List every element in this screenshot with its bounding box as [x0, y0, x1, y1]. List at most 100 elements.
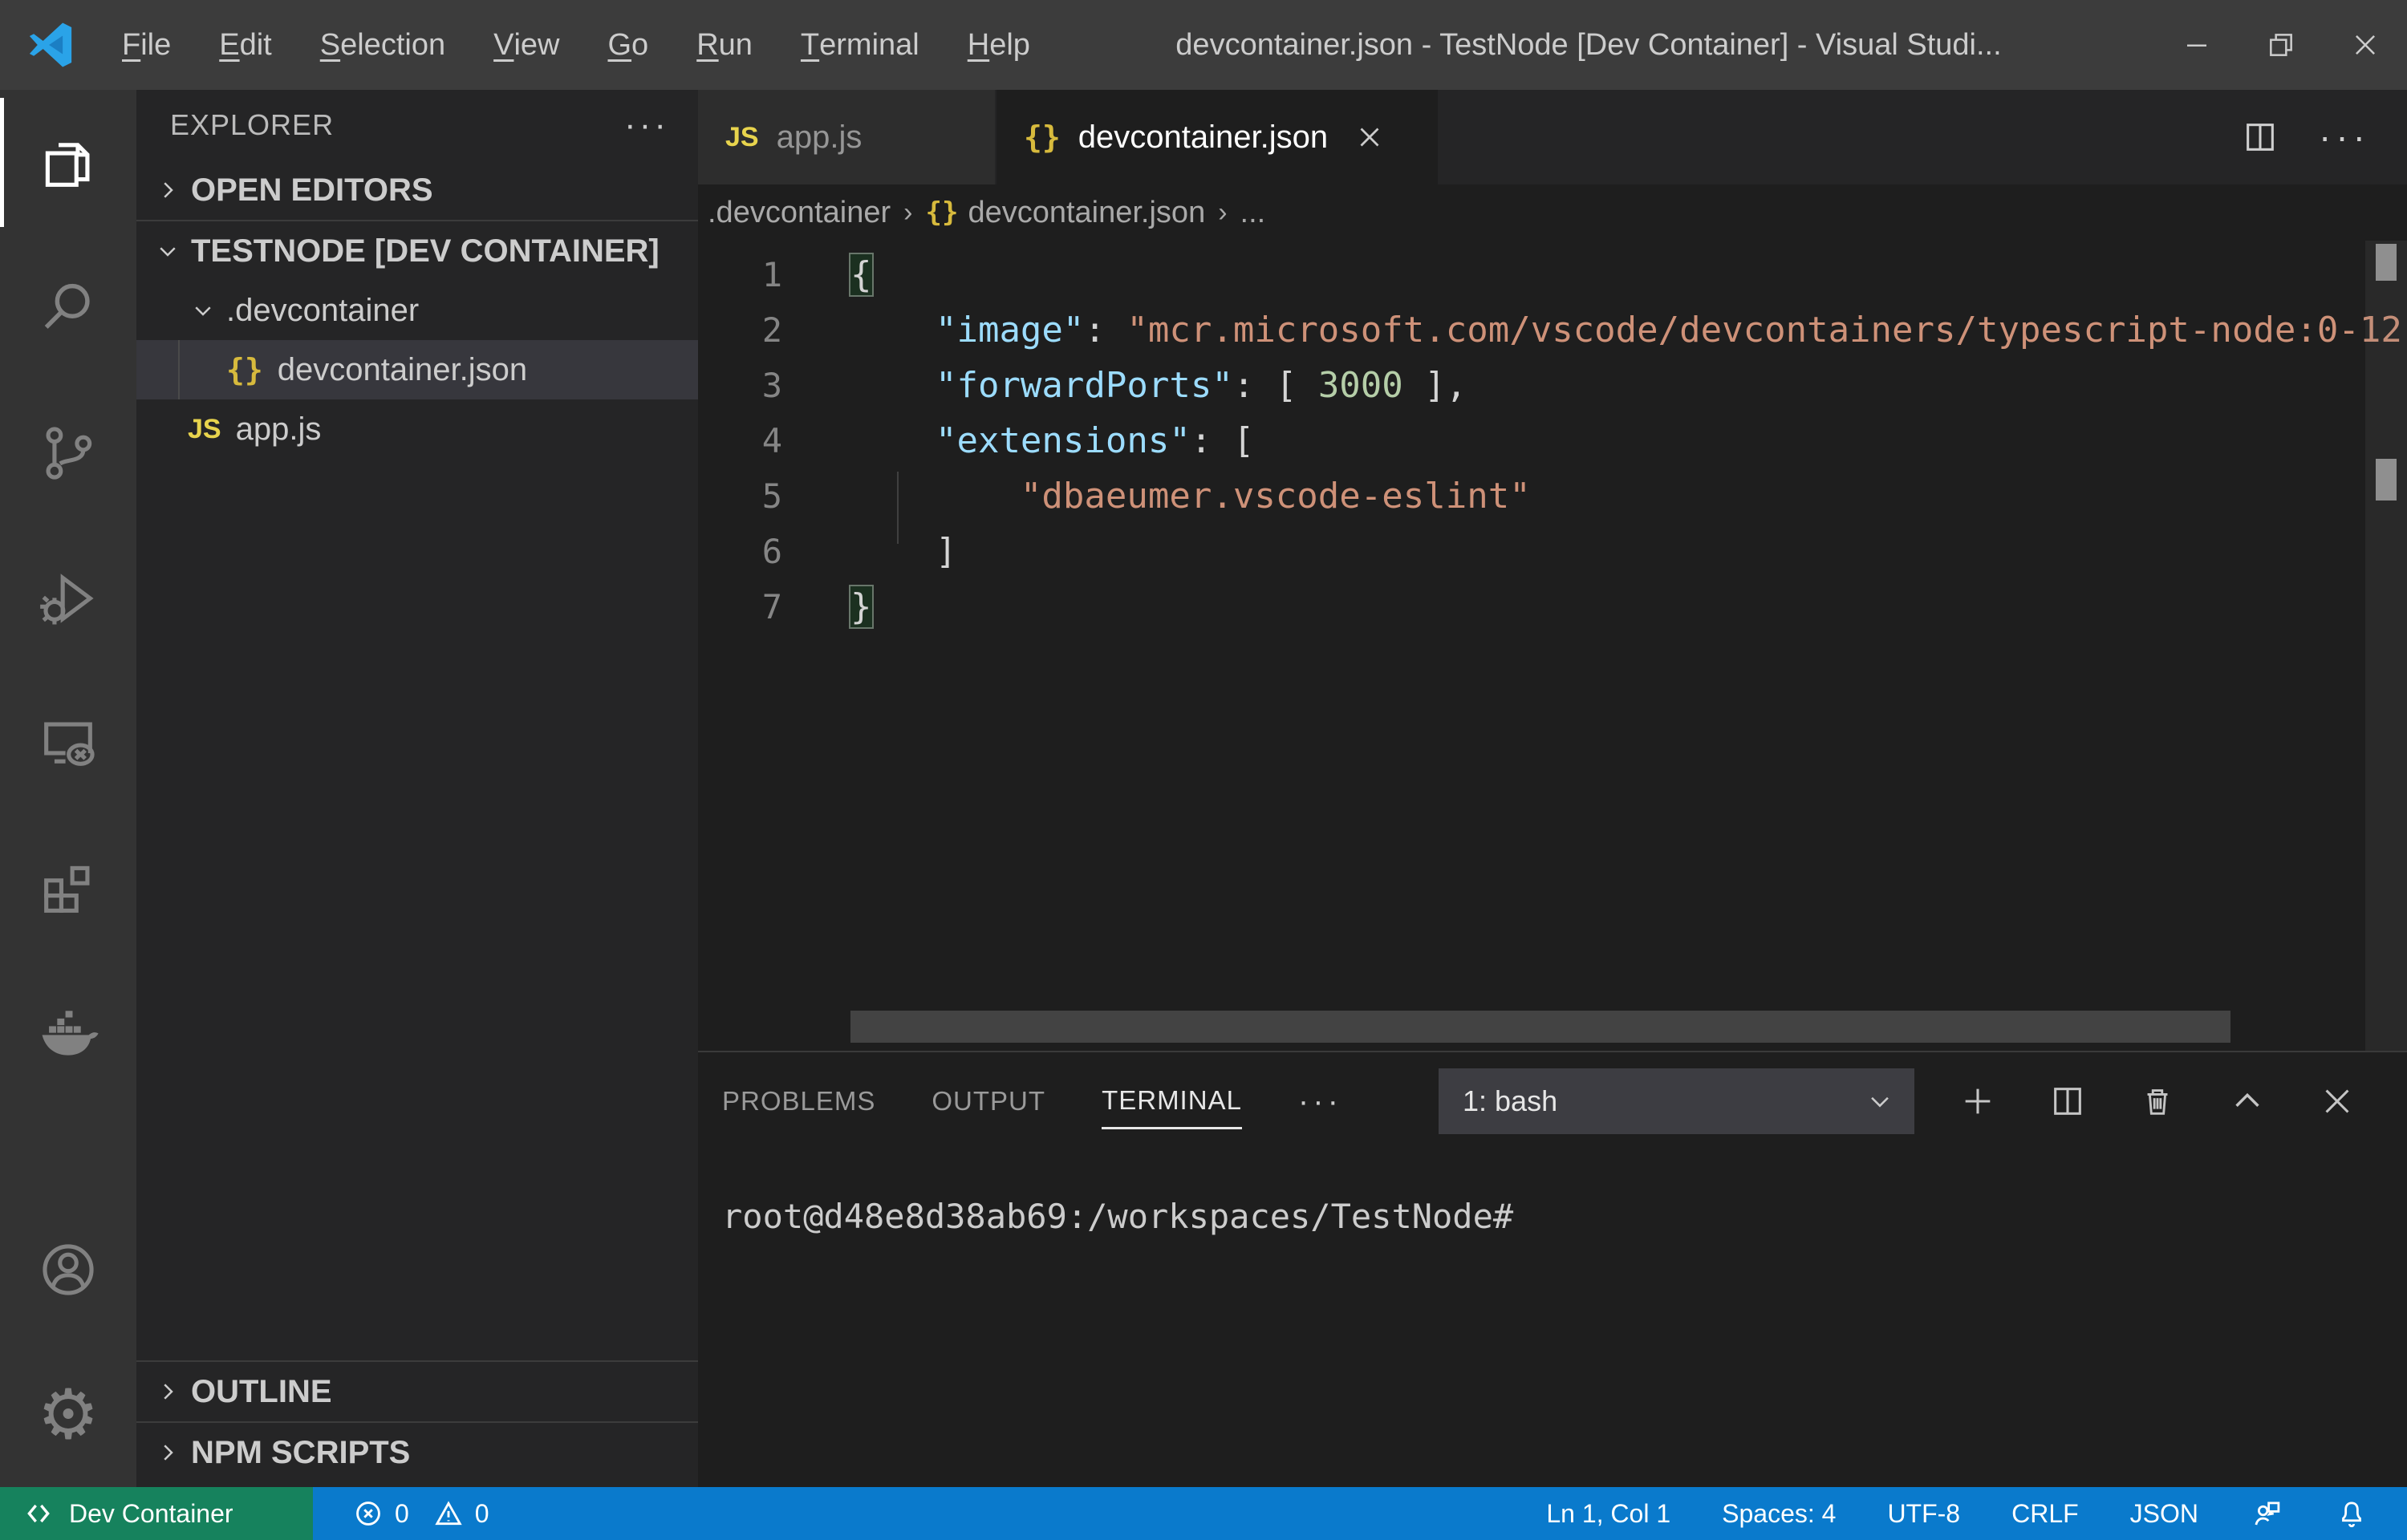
- breadcrumb-folder[interactable]: .devcontainer: [708, 196, 891, 230]
- title-bar: FileEditSelectionViewGoRunTerminalHelp d…: [0, 0, 2407, 90]
- chevron-down-icon: [156, 239, 180, 263]
- extensions-icon: [35, 856, 101, 922]
- line-content: "forwardPorts": [ 3000 ],: [850, 365, 1467, 406]
- sidebar-more-button[interactable]: ···: [624, 118, 669, 132]
- menu-edit[interactable]: Edit: [195, 0, 296, 90]
- vscode-logo-icon: [24, 18, 77, 71]
- open-editors-section[interactable]: OPEN EDITORS: [136, 160, 698, 220]
- line-content: ]: [850, 531, 956, 572]
- menu-view[interactable]: View: [469, 0, 583, 90]
- remote-explorer-icon: [35, 711, 101, 776]
- code-line-5[interactable]: 5 "dbaeumer.vscode-eslint": [698, 468, 2407, 524]
- remote-indicator[interactable]: Dev Container: [0, 1487, 313, 1540]
- breadcrumb-separator: ›: [903, 197, 912, 229]
- line-content: "extensions": [: [850, 420, 1254, 461]
- docker-view-button[interactable]: [0, 961, 136, 1106]
- files-icon: [35, 130, 101, 196]
- folder-item-devcontainer[interactable]: .devcontainer: [136, 281, 698, 340]
- gear-icon: ⚙: [37, 1380, 99, 1449]
- panel-more-button[interactable]: ···: [1298, 1095, 1342, 1108]
- panel-tab-problems[interactable]: PROBLEMS: [722, 1075, 875, 1128]
- split-editor-icon[interactable]: [2242, 119, 2279, 156]
- language-mode[interactable]: JSON: [2130, 1499, 2198, 1529]
- maximize-panel-icon[interactable]: [2229, 1083, 2266, 1120]
- restore-button[interactable]: [2239, 0, 2323, 90]
- overview-ruler-mark: [2376, 459, 2397, 500]
- vscode-window: FileEditSelectionViewGoRunTerminalHelp d…: [0, 0, 2407, 1540]
- split-terminal-icon[interactable]: [2049, 1083, 2086, 1120]
- npm-scripts-section[interactable]: NPM SCRIPTS: [136, 1423, 698, 1482]
- settings-button[interactable]: ⚙: [0, 1342, 136, 1487]
- close-tab-icon[interactable]: [1355, 123, 1384, 152]
- line-number: 3: [698, 366, 782, 405]
- run-debug-icon: [35, 565, 101, 631]
- menu-terminal[interactable]: Terminal: [777, 0, 944, 90]
- search-view-button[interactable]: [0, 235, 136, 380]
- menu-help[interactable]: Help: [944, 0, 1054, 90]
- code-editor[interactable]: 1{2 "image": "mcr.microsoft.com/vscode/d…: [698, 241, 2407, 1051]
- menu-run[interactable]: Run: [672, 0, 777, 90]
- new-terminal-icon[interactable]: [1959, 1083, 1996, 1120]
- file-item-app-js[interactable]: JS app.js: [136, 399, 698, 459]
- line-number: 1: [698, 255, 782, 294]
- chevron-down-icon: [1866, 1088, 1894, 1115]
- tab-devcontainer-json[interactable]: {} devcontainer.json: [996, 90, 1438, 184]
- activity-bar: ⚙: [0, 90, 136, 1487]
- cursor-position[interactable]: Ln 1, Col 1: [1546, 1499, 1670, 1529]
- line-number: 5: [698, 476, 782, 516]
- sidebar-title: EXPLORER: [170, 108, 334, 142]
- vertical-scrollbar[interactable]: [2365, 241, 2407, 1051]
- menu-go[interactable]: Go: [583, 0, 672, 90]
- notifications-bell-icon[interactable]: [2335, 1497, 2368, 1530]
- outline-section[interactable]: OUTLINE: [136, 1362, 698, 1421]
- chevron-right-icon: [156, 1441, 180, 1465]
- code-line-6[interactable]: 6 ]: [698, 524, 2407, 579]
- code-line-4[interactable]: 4 "extensions": [: [698, 413, 2407, 468]
- json-file-icon: {}: [1024, 120, 1061, 155]
- js-file-icon: JS: [188, 414, 221, 445]
- close-window-button[interactable]: [2323, 0, 2407, 90]
- extensions-view-button[interactable]: [0, 816, 136, 961]
- kill-terminal-trash-icon[interactable]: [2139, 1083, 2176, 1120]
- horizontal-scrollbar[interactable]: [850, 1011, 2230, 1043]
- activity-bar-spacer: [0, 1106, 136, 1197]
- run-debug-view-button[interactable]: [0, 525, 136, 671]
- breadcrumb-file[interactable]: devcontainer.json: [968, 196, 1205, 230]
- feedback-icon[interactable]: [2250, 1497, 2283, 1530]
- tab-app-js[interactable]: JS app.js: [698, 90, 995, 184]
- window-title: devcontainer.json - TestNode [Dev Contai…: [1139, 28, 2038, 63]
- chevron-right-icon: [156, 178, 180, 202]
- menu-file[interactable]: File: [98, 0, 195, 90]
- line-number: 7: [698, 587, 782, 626]
- source-control-view-button[interactable]: [0, 380, 136, 525]
- panel-tab-terminal[interactable]: TERMINAL: [1102, 1074, 1242, 1129]
- code-line-2[interactable]: 2 "image": "mcr.microsoft.com/vscode/dev…: [698, 302, 2407, 358]
- code-line-7[interactable]: 7}: [698, 579, 2407, 634]
- problems-status[interactable]: 0 0: [353, 1498, 502, 1529]
- editor-more-actions-button[interactable]: ···: [2319, 132, 2370, 143]
- panel-tab-output[interactable]: OUTPUT: [932, 1075, 1045, 1128]
- minimize-button[interactable]: [2154, 0, 2239, 90]
- line-number: 4: [698, 421, 782, 460]
- workspace-root-item[interactable]: TESTNODE [DEV CONTAINER]: [136, 221, 698, 281]
- git-branch-icon: [35, 420, 101, 486]
- json-file-icon: {}: [226, 352, 263, 387]
- code-line-1[interactable]: 1{: [698, 247, 2407, 302]
- menu-selection[interactable]: Selection: [296, 0, 469, 90]
- indentation-status[interactable]: Spaces: 4: [1722, 1499, 1836, 1529]
- explorer-view-button[interactable]: [0, 90, 136, 235]
- encoding-status[interactable]: UTF-8: [1887, 1499, 1960, 1529]
- close-panel-icon[interactable]: [2319, 1083, 2356, 1120]
- overview-ruler-mark: [2376, 244, 2397, 281]
- js-file-icon: JS: [725, 122, 759, 153]
- line-content: }: [850, 586, 872, 627]
- remote-explorer-view-button[interactable]: [0, 671, 136, 816]
- editor-tab-bar: JS app.js {} devcontainer.json ···: [698, 90, 2407, 184]
- file-item-devcontainer-json[interactable]: {} devcontainer.json: [136, 340, 698, 399]
- code-line-3[interactable]: 3 "forwardPorts": [ 3000 ],: [698, 358, 2407, 413]
- account-button[interactable]: [0, 1197, 136, 1342]
- terminal-shell-select[interactable]: 1: bash: [1439, 1068, 1914, 1134]
- eol-status[interactable]: CRLF: [2011, 1499, 2079, 1529]
- terminal-prompt[interactable]: root@d48e8d38ab69:/workspaces/TestNode#: [722, 1197, 2407, 1236]
- breadcrumb-symbol[interactable]: ...: [1240, 196, 1266, 230]
